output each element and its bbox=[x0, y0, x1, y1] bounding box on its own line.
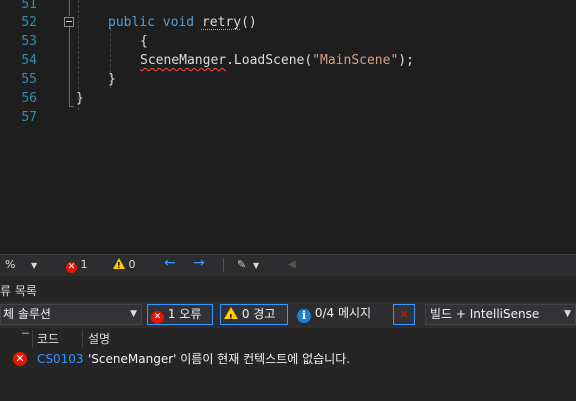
nav-back-icon[interactable]: ← bbox=[164, 256, 176, 270]
column-header-description[interactable]: 설명 bbox=[88, 330, 110, 348]
line-number: 52 bbox=[21, 15, 37, 30]
warnings-filter-button[interactable]: ! 0 경고 bbox=[220, 304, 288, 325]
line-number: 53 bbox=[21, 34, 37, 49]
code-line: 54 SceneManger.LoadScene("MainScene"); bbox=[0, 51, 576, 70]
brush-icon[interactable]: ✎ bbox=[237, 258, 246, 272]
error-code-link[interactable]: CS0103 bbox=[37, 349, 84, 369]
code-line: 57 bbox=[0, 108, 576, 127]
code-line: 53 { bbox=[0, 32, 576, 51]
filter-icon: ✕ bbox=[399, 308, 409, 321]
zoom-dropdown[interactable]: % bbox=[5, 258, 15, 272]
column-icon-header[interactable]: ▔ bbox=[22, 330, 29, 348]
column-header-code[interactable]: 코드 bbox=[37, 330, 59, 348]
error-description: 'SceneManger' 이름이 현재 컨텍스트에 없습니다. bbox=[88, 352, 351, 366]
scope-dropdown[interactable]: 체 솔루션 ▼ bbox=[0, 304, 142, 325]
code-text[interactable]: SceneManger.LoadScene("MainScene"); bbox=[140, 51, 414, 70]
error-count[interactable]: ✕ 1 bbox=[66, 258, 88, 273]
code-editor[interactable]: 51 52 public void retry() 53 { 54 SceneM… bbox=[0, 0, 576, 254]
code-text[interactable]: { bbox=[140, 32, 148, 51]
error-list-toolbar: 체 솔루션 ▼ ✕ 1 오류 ! 0 경고 i 0/4 메시지 ✕ 빌드 + I… bbox=[0, 302, 576, 328]
method-name: retry bbox=[201, 15, 242, 30]
code-text[interactable]: public void retry() bbox=[108, 13, 257, 32]
error-list-panel: 류 목록 bbox=[0, 276, 576, 401]
column-separator[interactable] bbox=[32, 330, 33, 348]
scroll-left-icon[interactable]: ◀ bbox=[288, 258, 296, 272]
code-line: 56 } bbox=[0, 89, 576, 108]
table-row[interactable]: ✕ CS0103 'SceneManger' 이름이 현재 컨텍스트에 없습니다… bbox=[0, 349, 576, 369]
warning-icon: ! bbox=[113, 258, 125, 270]
code-line: 52 public void retry() bbox=[0, 13, 576, 32]
zoom-chevron-icon[interactable]: ▼ bbox=[31, 259, 37, 273]
line-number: 57 bbox=[21, 110, 37, 125]
separator bbox=[223, 258, 224, 272]
error-squiggle: SceneManger bbox=[140, 53, 227, 68]
code-line: 55 } bbox=[0, 70, 576, 89]
info-icon: i bbox=[297, 309, 311, 323]
panel-title: 류 목록 bbox=[0, 284, 37, 298]
messages-filter-button[interactable]: i 0/4 메시지 bbox=[297, 304, 383, 325]
nav-forward-icon[interactable]: → bbox=[193, 256, 205, 270]
line-number: 56 bbox=[21, 91, 37, 106]
code-line: 51 bbox=[0, 0, 576, 14]
errors-filter-button[interactable]: ✕ 1 오류 bbox=[147, 304, 213, 325]
column-separator[interactable] bbox=[82, 330, 83, 348]
code-text[interactable]: } bbox=[108, 70, 116, 89]
line-number: 55 bbox=[21, 72, 37, 87]
filter-button[interactable]: ✕ bbox=[393, 304, 415, 325]
chevron-down-icon: ▼ bbox=[564, 309, 571, 319]
brush-chevron-icon[interactable]: ▼ bbox=[253, 259, 259, 273]
chevron-down-icon: ▼ bbox=[130, 309, 137, 319]
error-icon: ✕ bbox=[66, 262, 77, 273]
line-number: 51 bbox=[21, 0, 37, 12]
editor-status-bar: % ▼ ✕ 1 ! 0 ← → ✎ ▼ ◀ bbox=[0, 254, 576, 276]
build-filter-dropdown[interactable]: 빌드 + IntelliSense ▼ bbox=[425, 304, 576, 325]
warning-icon: ! bbox=[224, 307, 238, 322]
line-number: 54 bbox=[21, 53, 37, 68]
error-icon: ✕ bbox=[13, 352, 27, 366]
code-text[interactable]: } bbox=[76, 89, 84, 108]
error-icon: ✕ bbox=[151, 311, 164, 324]
warning-count[interactable]: ! 0 bbox=[113, 258, 136, 272]
